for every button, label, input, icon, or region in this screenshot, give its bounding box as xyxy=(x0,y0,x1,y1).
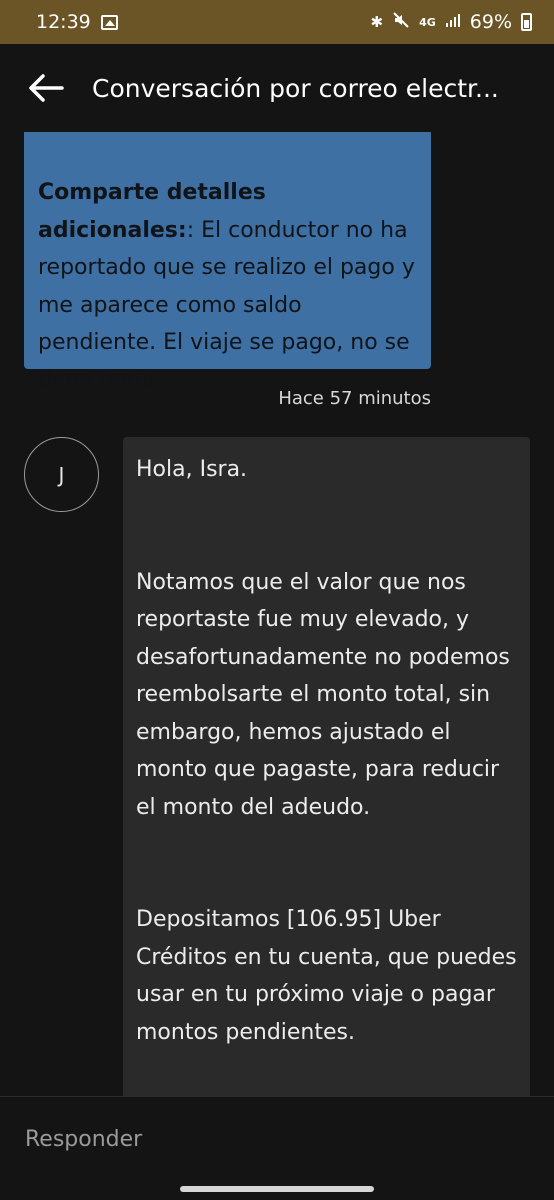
status-right: ✱ 4G 69% xyxy=(370,11,532,33)
gallery-notification-icon xyxy=(100,14,118,30)
network-type-icon: 4G xyxy=(419,15,436,29)
back-arrow-icon xyxy=(29,74,64,102)
message-greeting: Hola, Isra. xyxy=(136,457,248,482)
status-bar: 12:39 ✱ 4G 69% xyxy=(0,0,554,44)
status-left: 12:39 xyxy=(36,11,118,33)
app-bar: Conversación por correo electr... xyxy=(0,44,554,132)
clock: 12:39 xyxy=(36,11,91,33)
page-title: Conversación por correo electr... xyxy=(92,73,499,103)
battery-percent: 69% xyxy=(469,11,512,33)
battery-icon xyxy=(521,13,532,31)
message-timestamp: Hace 57 minutos xyxy=(278,388,431,409)
sent-message-text: : El conductor no ha reportado que se re… xyxy=(38,217,415,393)
signal-icon xyxy=(445,12,461,32)
reply-input[interactable]: Responder xyxy=(0,1097,554,1181)
avatar: J xyxy=(24,437,99,512)
received-message-bubble: Hola, Isra. Notamos que el valor que nos… xyxy=(123,437,530,1096)
avatar-initial: J xyxy=(58,462,65,487)
back-button[interactable] xyxy=(26,68,66,108)
message-paragraph-1: Notamos que el valor que nos reportaste … xyxy=(136,569,510,820)
bluetooth-icon: ✱ xyxy=(370,13,384,31)
mute-icon xyxy=(392,11,410,33)
home-indicator[interactable] xyxy=(180,1186,374,1192)
reply-bar: Responder xyxy=(0,1096,554,1200)
sent-message-bubble: Comparte detalles adicionales:: El condu… xyxy=(24,132,431,393)
message-paragraph-2: Depositamos [106.95] Uber Créditos en tu… xyxy=(136,907,517,1045)
conversation-thread[interactable]: Comparte detalles adicionales:: El condu… xyxy=(0,132,554,1096)
